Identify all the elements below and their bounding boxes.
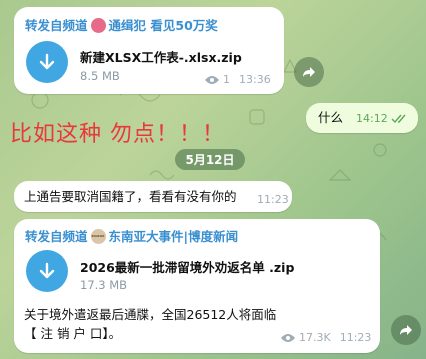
views-eye-icon [205,75,219,84]
channel-name[interactable]: 通缉犯 看见50万奖 [109,18,218,33]
view-count: 17.3K [299,331,331,344]
channel-avatar [90,18,106,33]
channel-avatar: BIGBOX [90,229,106,244]
download-arrow-icon [39,262,55,279]
forward-label: 转发自频道 [25,18,88,33]
date-separator: 5月12日 [175,149,245,170]
forward-header[interactable]: 转发自频道 通缉犯 看见50万奖 [25,15,218,34]
message-time: 11:23 [339,331,372,344]
share-button-1[interactable] [294,57,324,87]
message-time: 13:36 [239,73,271,86]
download-arrow-icon [39,53,55,70]
double-check-icon [391,114,406,123]
message-text: 上通告要取消国籍了，看看有没有你的 [24,189,237,204]
message-text: 什么 [318,110,344,125]
message-meta: 1 13:36 [204,73,271,86]
forwarded-file-message-2[interactable]: 转发自频道 BIGBOX 东南亚大事件|博度新闻 2026最新一批滞留境外劝返名单 … [14,219,380,353]
file-name[interactable]: 2026最新一批滞留境外劝返名单 .zip [80,257,294,276]
share-arrow-icon [303,67,315,77]
message-meta: 14:12 [356,112,409,125]
file-download-button[interactable] [26,250,68,292]
outgoing-message[interactable]: 什么 14:12 [306,103,418,133]
incoming-text-message[interactable]: 上通告要取消国籍了，看看有没有你的 11:23 [14,181,292,212]
share-arrow-icon [400,325,412,335]
file-name[interactable]: 新建XLSX工作表-.xlsx.zip [80,47,242,66]
views-eye-icon [281,333,295,342]
message-time: 11:23 [257,193,289,206]
message-caption: 关于境外遣返最后通牒，全国26512人将面临【 注 销 户 口】。 [24,307,277,341]
warning-overlay-text: 比如这种 勿点！！！ [10,122,225,147]
message-time: 14:12 [356,112,388,125]
message-meta: 17.3K 11:23 [280,331,371,344]
forward-header[interactable]: 转发自频道 BIGBOX 东南亚大事件|博度新闻 [25,226,238,245]
forward-label: 转发自频道 [25,229,88,244]
forwarded-file-message-1[interactable]: 转发自频道 通缉犯 看见50万奖 新建XLSX工作表-.xlsx.zip 8.5 … [14,7,284,94]
file-size: 8.5 MB [80,69,120,83]
message-meta: 11:23 [257,193,289,206]
share-button-2[interactable] [391,315,421,345]
file-download-button[interactable] [26,41,68,83]
view-count: 1 [223,73,230,86]
file-size: 17.3 MB [80,278,128,292]
channel-name[interactable]: 东南亚大事件|博度新闻 [109,229,239,244]
